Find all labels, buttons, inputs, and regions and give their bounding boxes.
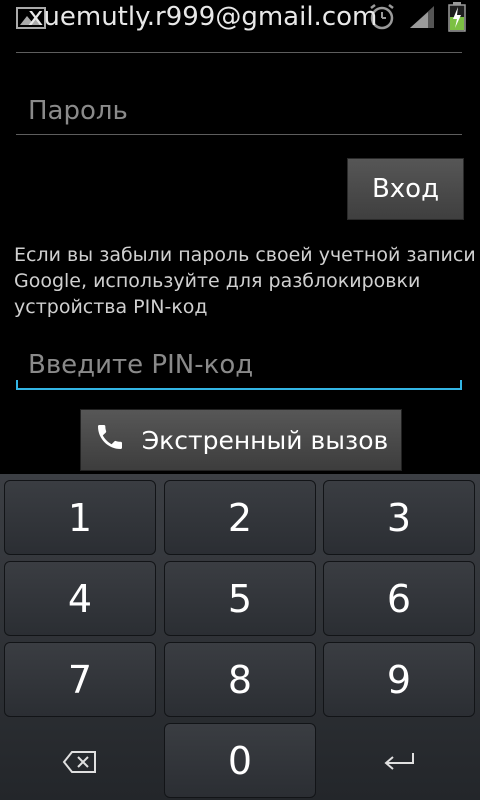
login-button[interactable]: Вход [347,158,464,220]
email-field[interactable]: xuemutly.r999@gmail.com [16,0,462,53]
key-0[interactable]: 0 [164,723,316,798]
numeric-keypad: 1 2 3 4 5 6 7 8 9 0 [0,474,480,800]
enter-key[interactable] [323,723,475,798]
key-9[interactable]: 9 [323,642,475,717]
key-4[interactable]: 4 [4,561,156,636]
key-7[interactable]: 7 [4,642,156,717]
emergency-call-label: Экстренный вызов [141,425,389,455]
key-8[interactable]: 8 [164,642,316,717]
enter-icon [381,739,417,783]
key-1[interactable]: 1 [4,480,156,555]
password-input[interactable]: Пароль [28,96,128,126]
backspace-icon [62,739,98,783]
emergency-call-button[interactable]: Экстренный вызов [80,409,402,471]
key-6[interactable]: 6 [323,561,475,636]
pin-input[interactable]: Введите PIN-код [28,350,253,380]
help-text: Если вы забыли пароль своей учетной запи… [14,244,476,318]
backspace-key[interactable] [4,723,156,798]
key-3[interactable]: 3 [323,480,475,555]
email-value: xuemutly.r999@gmail.com [28,2,378,32]
pin-field[interactable]: Введите PIN-код [16,344,462,390]
key-5[interactable]: 5 [164,561,316,636]
key-2[interactable]: 2 [164,480,316,555]
phone-icon [94,421,126,459]
password-field[interactable]: Пароль [16,90,462,135]
